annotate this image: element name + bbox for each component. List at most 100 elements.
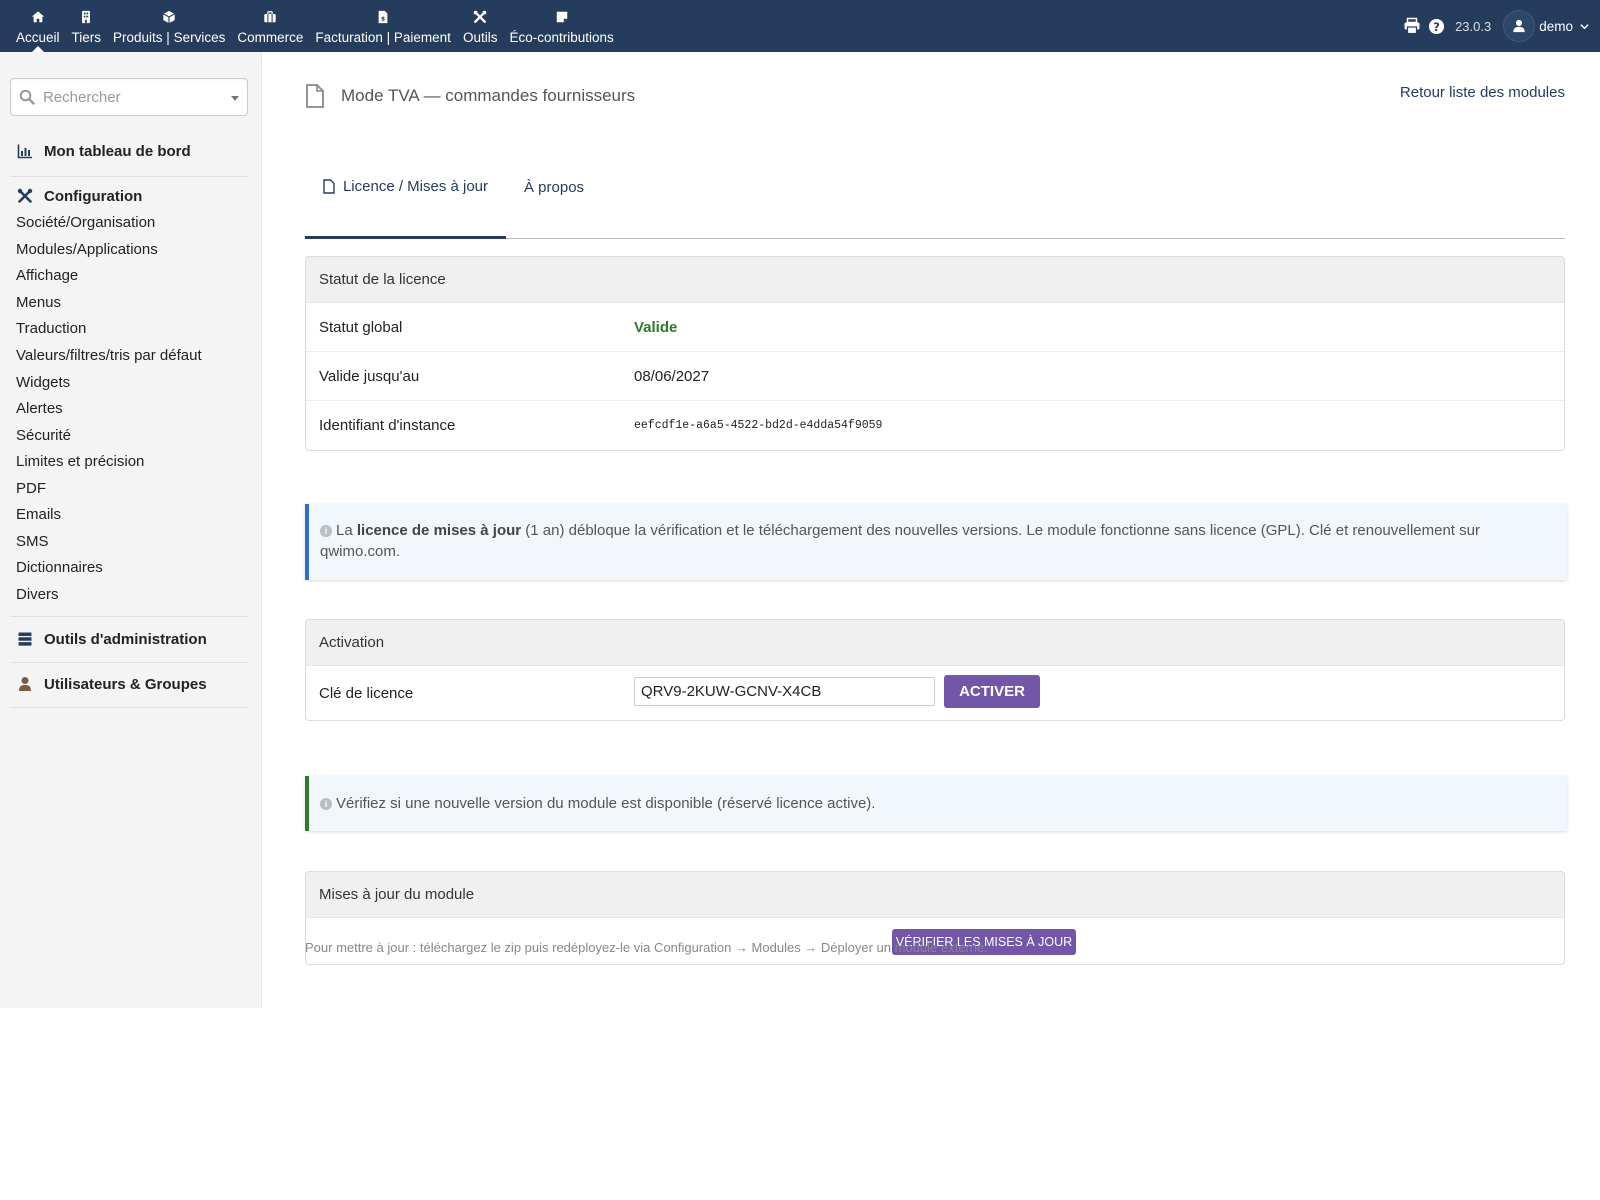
sidebar-search[interactable]	[10, 78, 248, 116]
building-icon	[82, 10, 91, 24]
sidebar-item-widgets[interactable]: Widgets	[16, 374, 70, 391]
main-menu: Accueil Tiers Produits | Services Commer…	[10, 0, 620, 52]
cube-icon	[163, 10, 175, 24]
version-check-notice: i Vérifiez si une nouvelle version du mod…	[305, 776, 1567, 831]
table-row: Clé de licence ACTIVER	[306, 666, 1564, 720]
sidebar-item-security[interactable]: Sécurité	[16, 427, 71, 444]
user-icon	[1513, 19, 1525, 33]
table-row: Identifiant d'instance eefcdf1e-a6a5-452…	[306, 401, 1564, 450]
sidebar-item-menus[interactable]: Menus	[16, 294, 61, 311]
user-menu[interactable]: demo	[1503, 10, 1590, 42]
nav-products[interactable]: Produits | Services	[107, 0, 231, 52]
instance-id-value: eefcdf1e-a6a5-4522-bd2d-e4dda54f9059	[634, 419, 883, 432]
sidebar-divider	[11, 616, 249, 617]
sidebar-item-translation[interactable]: Traduction	[16, 320, 86, 337]
sidebar-item-alerts[interactable]: Alertes	[16, 400, 63, 417]
version-notice-text: Vérifiez si une nouvelle version du modu…	[336, 795, 876, 812]
search-dropdown-caret-icon[interactable]	[231, 96, 239, 101]
sidebar-dashboard[interactable]: Mon tableau de bord	[11, 140, 249, 162]
nav-commerce[interactable]: Commerce	[231, 0, 309, 52]
sidebar-divider	[11, 662, 249, 663]
nav-home-label: Accueil	[16, 30, 60, 45]
sidebar-admin-tools-label: Outils d'administration	[44, 630, 207, 648]
valid-until-label: Valide jusqu'au	[319, 367, 420, 385]
back-to-modules-link[interactable]: Retour liste des modules	[1400, 84, 1565, 101]
sidebar-admin-tools[interactable]: Outils d'administration	[11, 628, 249, 650]
svg-text:?: ?	[1433, 19, 1440, 33]
nav-tiers-label: Tiers	[71, 30, 102, 45]
info-icon: i	[320, 798, 332, 810]
user-icon	[19, 677, 31, 691]
search-icon	[19, 89, 35, 105]
nav-tiers[interactable]: Tiers	[66, 0, 108, 52]
server-icon	[18, 632, 32, 646]
tools-icon	[473, 10, 487, 23]
file-icon	[323, 178, 335, 194]
update-footnote: Pour mettre à jour : téléchargez le zip …	[305, 940, 988, 955]
sidebar-item-pdf[interactable]: PDF	[16, 480, 46, 497]
username: demo	[1539, 18, 1573, 34]
search-input[interactable]	[43, 85, 223, 109]
table-row: Statut global Valide	[306, 303, 1564, 352]
file-icon	[306, 84, 324, 108]
notice-bold: licence de mises à jour	[356, 522, 522, 539]
avatar	[1503, 10, 1536, 42]
chevron-down-icon	[1580, 23, 1589, 29]
briefcase-icon	[264, 11, 277, 23]
sidebar-item-company[interactable]: Société/Organisation	[16, 214, 155, 231]
info-icon: i	[320, 525, 332, 537]
license-status-card: Statut de la licence Statut global Valid…	[305, 256, 1565, 451]
tools-icon	[17, 188, 33, 203]
nav-billing[interactable]: $ Facturation | Paiement	[309, 0, 457, 52]
nav-billing-label: Facturation | Paiement	[315, 30, 451, 45]
left-sidebar: Mon tableau de bord Configuration Sociét…	[0, 52, 262, 1008]
nav-home[interactable]: Accueil	[10, 0, 66, 52]
svg-text:$: $	[381, 16, 385, 23]
table-row: Valide jusqu'au 08/06/2027	[306, 352, 1564, 401]
sidebar-item-dictionaries[interactable]: Dictionnaires	[16, 559, 103, 576]
nav-tools[interactable]: Outils	[457, 0, 504, 52]
status-global-label: Statut global	[319, 318, 403, 336]
help-icon[interactable]: ?	[1427, 17, 1445, 35]
sidebar-configuration[interactable]: Configuration	[11, 185, 249, 207]
tab-license-updates[interactable]: Licence / Mises à jour	[305, 136, 506, 239]
nav-eco[interactable]: Éco-contributions	[503, 0, 619, 52]
sidebar-item-defaults[interactable]: Valeurs/filtres/tris par défaut	[16, 347, 202, 364]
page-title: Mode TVA — commandes fournisseurs	[305, 82, 635, 110]
top-navbar: Accueil Tiers Produits | Services Commer…	[0, 0, 1600, 52]
status-badge: Valide	[634, 318, 678, 336]
nav-eco-label: Éco-contributions	[509, 30, 614, 45]
tab-license-updates-label: Licence / Mises à jour	[342, 177, 489, 195]
sidebar-divider	[11, 707, 249, 708]
top-right-tools: ? 23.0.3 demo	[1403, 0, 1590, 52]
license-info-notice: i La licence de mises à jour (1 an) déblo…	[305, 504, 1567, 580]
version-label: 23.0.3	[1455, 18, 1492, 34]
sidebar-item-sms[interactable]: SMS	[16, 533, 49, 550]
tab-about-label: À propos	[524, 179, 585, 196]
module-updates-heading: Mises à jour du module	[306, 872, 1564, 918]
nav-commerce-label: Commerce	[237, 30, 304, 45]
sidebar-item-modules[interactable]: Modules/Applications	[16, 241, 158, 258]
sidebar-item-misc[interactable]: Divers	[16, 586, 59, 603]
license-key-label: Clé de licence	[319, 684, 414, 702]
print-icon[interactable]	[1403, 17, 1421, 35]
valid-until-value: 08/06/2027	[634, 367, 710, 385]
sidebar-users-groups[interactable]: Utilisateurs & Groupes	[11, 673, 249, 695]
invoice-icon: $	[378, 10, 388, 24]
note-icon	[556, 11, 567, 23]
sidebar-divider	[11, 176, 249, 177]
home-icon	[31, 11, 44, 23]
license-key-input[interactable]	[634, 677, 935, 706]
tab-about[interactable]: À propos	[524, 136, 584, 239]
sidebar-item-limits[interactable]: Limites et précision	[16, 453, 144, 470]
activate-button[interactable]: ACTIVER	[944, 675, 1040, 708]
activation-heading: Activation	[306, 620, 1564, 666]
nav-tools-label: Outils	[462, 30, 498, 45]
sidebar-item-display[interactable]: Affichage	[16, 267, 78, 284]
tab-bar: Licence / Mises à jour À propos	[305, 136, 1565, 239]
page-title-text: Mode TVA — commandes fournisseurs	[341, 86, 636, 105]
chart-icon	[17, 144, 32, 159]
sidebar-item-emails[interactable]: Emails	[16, 506, 61, 523]
notice-prefix: La	[336, 522, 357, 539]
nav-products-label: Produits | Services	[113, 30, 226, 45]
